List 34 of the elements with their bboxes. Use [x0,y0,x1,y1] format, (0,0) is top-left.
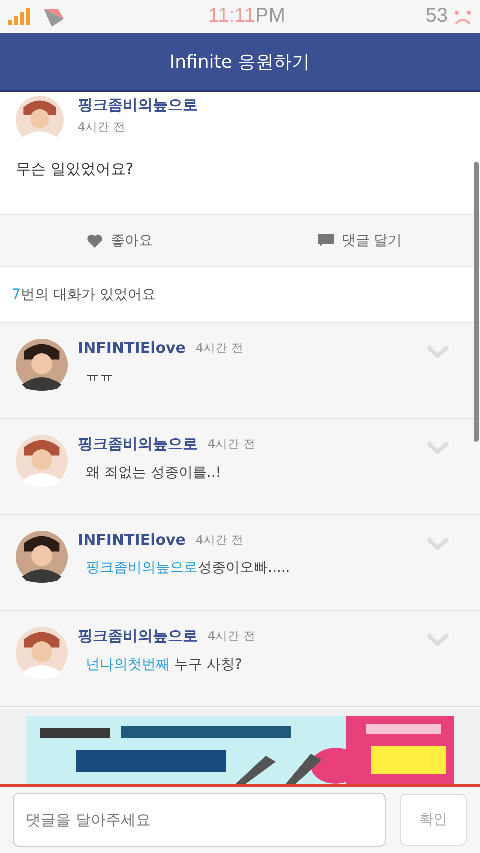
heart-icon [87,234,103,248]
comment-time: 4시간 전 [208,436,256,453]
battery-level: 53 [426,5,448,28]
comment-time: 4시간 전 [196,340,244,356]
comment-time: 4시간 전 [196,532,244,548]
avatar [16,96,64,144]
chevron-down-icon[interactable] [426,633,450,647]
comment-text: 핑크좀비의늪으로성종이오빠..... [86,559,292,577]
comment-text: 넌나의첫번째 누구 사칭? [86,656,244,674]
comment-input[interactable]: 댓글을 달아주세요 [13,793,386,847]
header-title: Infinite 응원하기 [170,50,310,74]
author-name[interactable]: 핑크좀비의늪으로 [78,96,464,115]
chevron-down-icon[interactable] [426,537,450,551]
author-name[interactable]: 핑크좀비의늪으로 [78,435,198,454]
avatar [16,531,68,583]
chevron-down-icon[interactable] [426,345,450,359]
speech-bubble-icon [318,234,334,248]
avatar [16,627,68,679]
comment-time: 4시간 전 [208,628,256,645]
author-name[interactable]: 핑크좀비의늪으로 [78,627,198,646]
comment-text: 왜 죄없는 성종이를..! [86,464,222,482]
scrollbar[interactable] [474,162,479,442]
post-time: 4시간 전 [78,119,126,136]
clock: 11:11PM [208,5,286,28]
comment-button[interactable]: 댓글 달기 [240,215,480,266]
avatar [16,435,68,487]
chevron-down-icon[interactable] [426,441,450,455]
author-name[interactable]: INFINTIElove [78,531,186,549]
like-button[interactable]: 좋아요 [0,215,240,266]
avatar [16,339,68,391]
comment-text: ㅠㅠ [86,367,115,385]
author-name[interactable]: INFINTIElove [78,339,186,357]
conversation-count: 7번의 대화가 있었어요 [12,286,156,304]
post-text: 무슨 일있었어요? [16,160,135,179]
